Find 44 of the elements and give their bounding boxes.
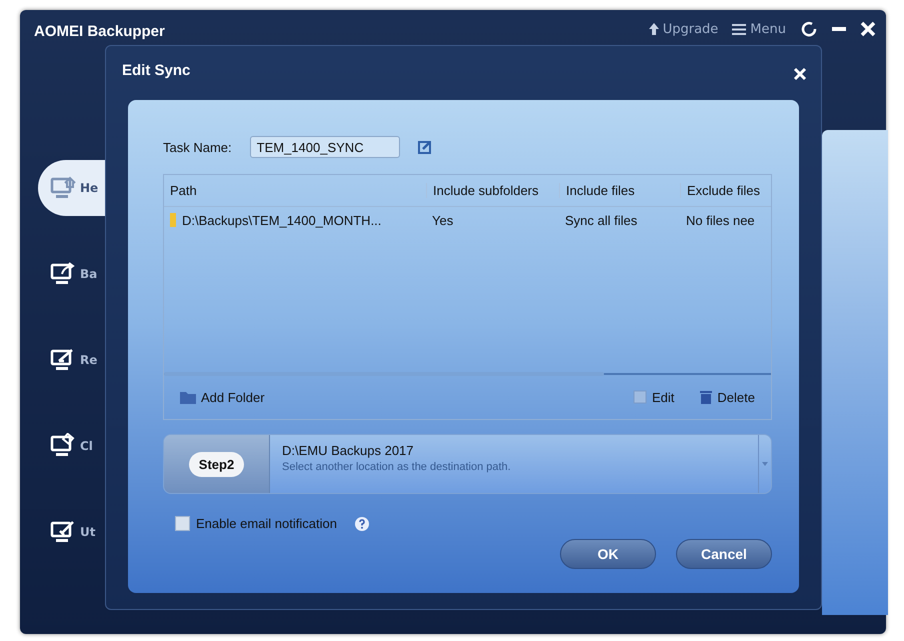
edit-button[interactable]: Edit: [633, 390, 674, 404]
menu-icon: [732, 24, 746, 34]
monitor-icon: [50, 433, 76, 459]
column-header[interactable]: Include files: [559, 183, 680, 198]
table-cell: D:\Backups\TEM_1400_MONTH...: [164, 212, 426, 228]
dialog-title: Edit Sync: [122, 62, 190, 79]
sidebar-item[interactable]: Ut: [38, 504, 105, 560]
destination-path: D:\EMU Backups 2017: [282, 443, 415, 458]
monitor-icon: [50, 261, 76, 287]
help-icon[interactable]: [354, 516, 369, 530]
task-name-label: Task Name:: [163, 140, 232, 154]
ok-button[interactable]: OK: [560, 539, 656, 569]
sidebar-item[interactable]: Cl: [38, 418, 105, 474]
trash-icon: [700, 390, 712, 404]
email-checkbox[interactable]: [175, 516, 190, 531]
table-cell-text: Yes: [431, 212, 454, 228]
edit-icon: [633, 390, 648, 404]
column-header[interactable]: Include subfolders: [426, 183, 559, 198]
app-title: AOMEI Backupper: [34, 23, 165, 40]
sidebar-item[interactable]: Re: [38, 332, 105, 388]
cancel-button[interactable]: Cancel: [676, 539, 772, 569]
close-icon[interactable]: [860, 21, 876, 37]
step-label: Step2: [188, 452, 244, 476]
add-folder-button[interactable]: Add Folder: [180, 390, 265, 404]
destination-selector[interactable]: Step2 D:\EMU Backups 2017 Select another location as the destination path.: [163, 434, 772, 494]
sidebar-item[interactable]: He: [38, 160, 105, 216]
refresh-icon[interactable]: [800, 20, 818, 38]
upgrade-link[interactable]: Upgrade: [648, 22, 718, 36]
task-name-field[interactable]: TEM_1400_SYNC: [250, 136, 400, 158]
column-header[interactable]: Exclude files: [680, 183, 771, 198]
table-cell-text: No files nee: [685, 212, 756, 228]
folder-icon: [180, 390, 196, 404]
upload-arrow-icon: [648, 23, 659, 35]
menu-link[interactable]: Menu: [732, 22, 786, 36]
email-label: Enable email notification: [196, 516, 337, 531]
folder-icon: [170, 213, 176, 227]
table-cell-text: Sync all files: [564, 212, 638, 228]
monitor-icon: [50, 175, 76, 201]
delete-button[interactable]: Delete: [700, 390, 755, 404]
monitor-icon: [50, 519, 76, 545]
sidebar-item[interactable]: Ba: [38, 246, 105, 302]
destination-hint: Select another location as the destination path.: [282, 461, 512, 473]
column-header[interactable]: Path: [164, 183, 426, 198]
edit-icon[interactable]: [418, 140, 432, 154]
